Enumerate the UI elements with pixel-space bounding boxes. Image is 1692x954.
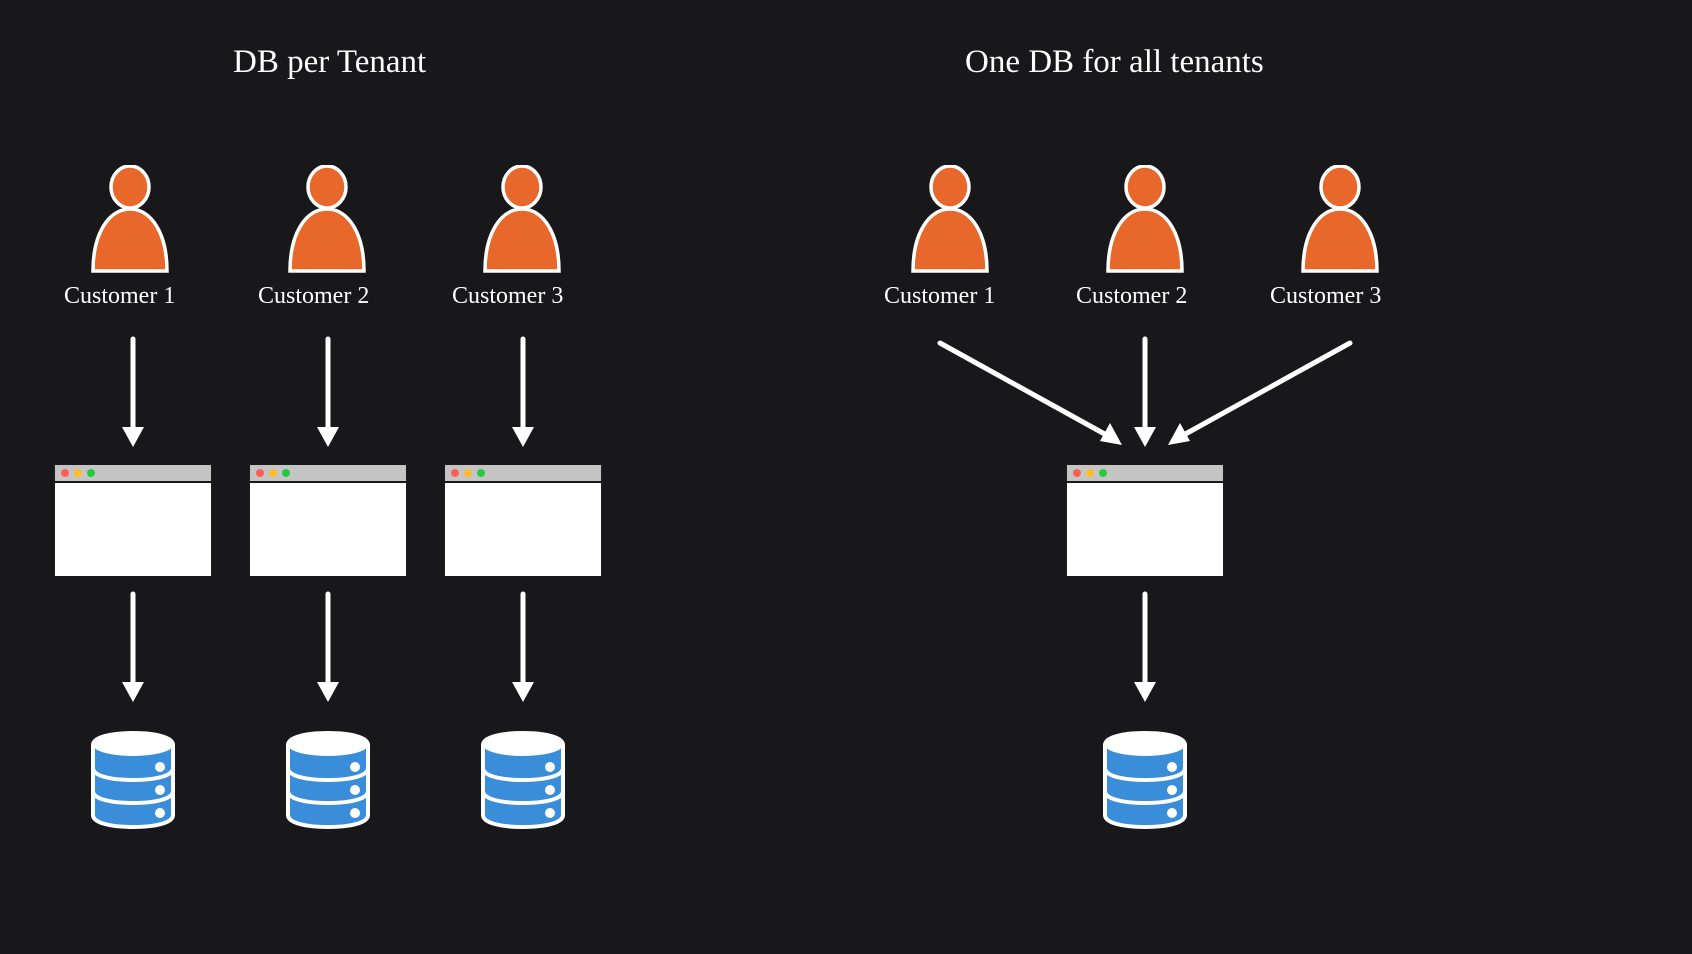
arrow-diagonal-icon: [1150, 335, 1360, 460]
person-icon: [282, 165, 372, 275]
customer-label: Customer 3: [1270, 283, 1381, 310]
arrow-diagonal-icon: [930, 335, 1140, 460]
customer-label: Customer 2: [1076, 283, 1187, 310]
app-window-icon: [53, 463, 213, 578]
left-title: DB per Tenant: [233, 44, 426, 81]
database-icon: [283, 730, 373, 830]
app-window-icon: [443, 463, 603, 578]
right-title: One DB for all tenants: [965, 44, 1264, 81]
arrow-down-icon: [508, 335, 538, 450]
arrow-down-icon: [313, 335, 343, 450]
person-icon: [477, 165, 567, 275]
database-icon: [478, 730, 568, 830]
arrow-down-icon: [508, 590, 538, 705]
customer-label: Customer 1: [64, 283, 175, 310]
database-icon: [1100, 730, 1190, 830]
person-icon: [1295, 165, 1385, 275]
customer-label: Customer 1: [884, 283, 995, 310]
arrow-down-icon: [118, 335, 148, 450]
customer-label: Customer 3: [452, 283, 563, 310]
arrow-down-icon: [1130, 590, 1160, 705]
arrow-down-icon: [313, 590, 343, 705]
customer-label: Customer 2: [258, 283, 369, 310]
app-window-icon: [248, 463, 408, 578]
app-window-icon: [1065, 463, 1225, 578]
arrow-down-icon: [118, 590, 148, 705]
database-icon: [88, 730, 178, 830]
person-icon: [1100, 165, 1190, 275]
person-icon: [905, 165, 995, 275]
person-icon: [85, 165, 175, 275]
